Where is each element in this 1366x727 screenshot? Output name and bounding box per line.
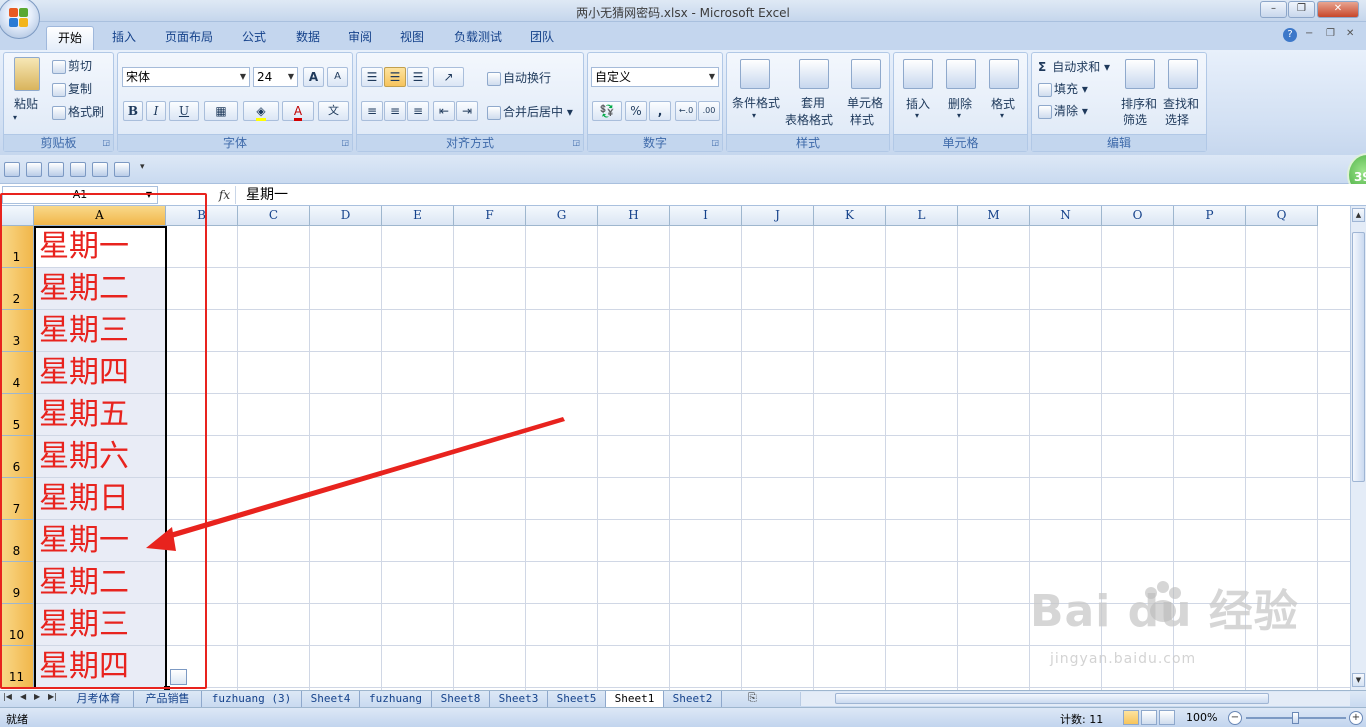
vertical-scrollbar[interactable]: ▲ ▼ — [1350, 206, 1366, 690]
insert-sheet-icon[interactable]: ⎘ — [748, 691, 757, 705]
zoom-out-button[interactable]: − — [1228, 711, 1242, 725]
zoom-in-button[interactable]: + — [1349, 711, 1363, 725]
normal-view-icon[interactable] — [1123, 710, 1139, 725]
sheet-tab[interactable]: fuzhuang — [360, 691, 432, 707]
horizontal-scroll-thumb[interactable] — [835, 693, 1269, 704]
paw-logo-icon — [1145, 581, 1181, 622]
page-break-view-icon[interactable] — [1159, 710, 1175, 725]
first-sheet-icon[interactable]: |◀ — [3, 692, 12, 701]
sheet-tab[interactable]: Sheet3 — [490, 691, 548, 707]
next-sheet-icon[interactable]: ▶ — [34, 692, 40, 701]
count-status: 计数: 11 — [1060, 713, 1104, 726]
sheet-tab[interactable]: fuzhuang (3) — [202, 691, 302, 707]
page-layout-view-icon[interactable] — [1141, 710, 1157, 725]
vertical-scroll-thumb[interactable] — [1352, 232, 1365, 482]
ready-status: 就绪 — [6, 713, 28, 726]
prev-sheet-icon[interactable]: ◀ — [20, 692, 26, 701]
sheet-tab-bar: |◀ ◀ ▶ ▶| ⎘ 月考体育 产品销售 fuzhuang (3) Sheet4 fu… — [0, 690, 1366, 707]
last-sheet-icon[interactable]: ▶| — [48, 692, 57, 701]
zoom-slider-thumb[interactable] — [1292, 712, 1299, 724]
sheet-tab[interactable]: Sheet8 — [432, 691, 490, 707]
sheet-tab[interactable]: 月考体育 — [64, 691, 134, 707]
baidu-watermark: Bai du 经验 jingyan.baidu.com — [1020, 575, 1320, 685]
office-logo-icon — [9, 8, 29, 28]
sheet-tab[interactable]: Sheet1 — [606, 691, 664, 707]
status-bar: 就绪 计数: 11 100% − + — [0, 707, 1366, 727]
zoom-level[interactable]: 100% — [1186, 711, 1217, 724]
sheet-tab[interactable]: 产品销售 — [134, 691, 202, 707]
horizontal-scrollbar[interactable] — [800, 692, 1350, 706]
scroll-down-icon[interactable]: ▼ — [1352, 673, 1365, 687]
watermark-url: jingyan.baidu.com — [1050, 651, 1197, 667]
sheet-tab[interactable]: Sheet5 — [548, 691, 606, 707]
scroll-up-icon[interactable]: ▲ — [1352, 208, 1365, 222]
sheet-tab[interactable]: Sheet2 — [664, 691, 722, 707]
sheet-tab[interactable]: Sheet4 — [302, 691, 360, 707]
